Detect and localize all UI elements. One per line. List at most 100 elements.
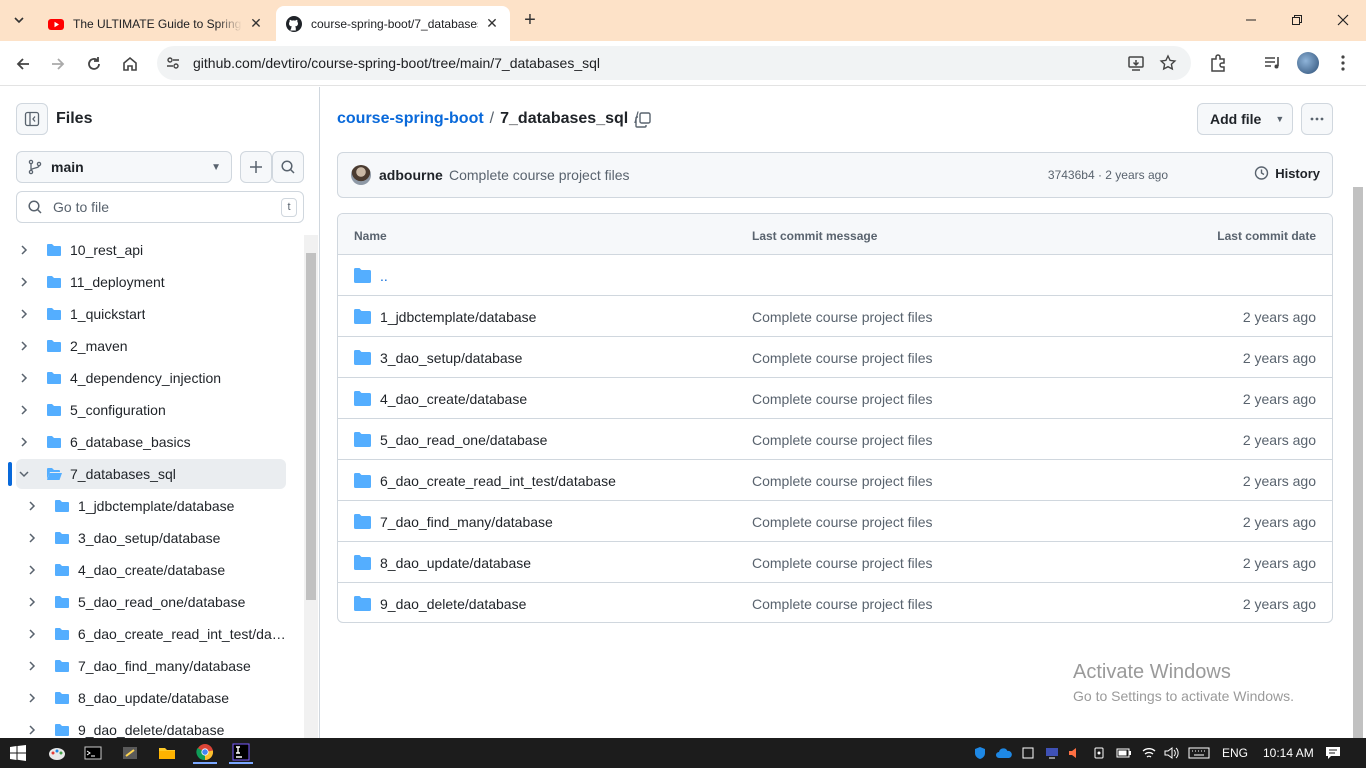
chevron-right-icon[interactable]: [24, 562, 40, 578]
file-name-link[interactable]: 8_dao_update/database: [380, 555, 531, 571]
audio-alert-icon[interactable]: [1068, 746, 1080, 760]
tree-item-7-databases-sql[interactable]: 7_databases_sql: [16, 459, 286, 489]
tree-item-9-dao-delete[interactable]: 9_dao_delete/database: [24, 715, 286, 738]
chevron-right-icon[interactable]: [24, 594, 40, 610]
file-name-link[interactable]: 5_dao_read_one/database: [380, 432, 547, 448]
chevron-right-icon[interactable]: [16, 274, 32, 290]
commit-message-link[interactable]: Complete course project files: [752, 432, 933, 448]
media-controls-icon[interactable]: [1262, 53, 1282, 73]
tree-item-1-jdbctemplate[interactable]: 1_jdbctemplate/database: [24, 491, 286, 521]
new-tab-button[interactable]: +: [518, 9, 542, 33]
chevron-right-icon[interactable]: [24, 530, 40, 546]
parent-directory-link[interactable]: ..: [380, 268, 388, 284]
home-button[interactable]: [115, 49, 145, 79]
tree-item-5-configuration[interactable]: 5_configuration: [16, 395, 286, 425]
table-row[interactable]: 5_dao_read_one/database Complete course …: [338, 419, 1332, 460]
tray-app-icon[interactable]: [1021, 746, 1035, 760]
tree-item-6-database-basics[interactable]: 6_database_basics: [16, 427, 286, 457]
url-text[interactable]: github.com/devtiro/course-spring-boot/tr…: [193, 55, 600, 71]
start-button[interactable]: [6, 742, 30, 764]
chevron-right-icon[interactable]: [16, 242, 32, 258]
tree-item-1-quickstart[interactable]: 1_quickstart: [16, 299, 286, 329]
chevron-right-icon[interactable]: [24, 498, 40, 514]
network-share-icon[interactable]: [1045, 746, 1059, 760]
tree-item-6-dao-create-read-int-test[interactable]: 6_dao_create_read_int_test/dat...: [24, 619, 286, 649]
chevron-right-icon[interactable]: [16, 338, 32, 354]
minimize-button[interactable]: [1228, 4, 1274, 36]
taskbar-app-chrome[interactable]: [193, 742, 217, 764]
battery-icon[interactable]: [1116, 747, 1132, 759]
add-file-tree-button[interactable]: [240, 151, 272, 183]
history-button[interactable]: History: [1253, 165, 1320, 181]
close-window-button[interactable]: [1320, 4, 1366, 36]
page-scrollbar[interactable]: [1350, 87, 1366, 768]
taskbar-app-tools[interactable]: [118, 742, 142, 764]
file-name-link[interactable]: 6_dao_create_read_int_test/database: [380, 473, 616, 489]
wifi-icon[interactable]: [1141, 746, 1157, 760]
device-icon[interactable]: [1092, 746, 1106, 760]
add-file-button[interactable]: Add file ▼: [1197, 103, 1293, 135]
table-row[interactable]: 3_dao_setup/database Complete course pro…: [338, 337, 1332, 378]
forward-button[interactable]: [43, 49, 73, 79]
chevron-right-icon[interactable]: [24, 658, 40, 674]
keyboard-icon[interactable]: [1188, 747, 1210, 759]
branch-selector[interactable]: main ▼: [16, 151, 232, 183]
tree-item-3-dao-setup[interactable]: 3_dao_setup/database: [24, 523, 286, 553]
commit-sha-time[interactable]: 37436b4 · 2 years ago: [1048, 168, 1168, 182]
reload-button[interactable]: [79, 49, 109, 79]
table-row[interactable]: 8_dao_update/database Complete course pr…: [338, 542, 1332, 583]
address-bar[interactable]: github.com/devtiro/course-spring-boot/tr…: [157, 46, 1191, 80]
tree-item-11-deployment[interactable]: 11_deployment: [16, 267, 286, 297]
author-avatar[interactable]: [351, 165, 371, 185]
close-icon[interactable]: ✕: [484, 15, 500, 32]
page-scrollbar-thumb[interactable]: [1353, 187, 1363, 768]
commit-message-link[interactable]: Complete course project files: [752, 350, 933, 366]
chevron-right-icon[interactable]: [16, 434, 32, 450]
tree-scrollbar-thumb[interactable]: [306, 253, 316, 600]
commit-message-link[interactable]: Complete course project files: [752, 473, 933, 489]
tree-item-4-dao-create[interactable]: 4_dao_create/database: [24, 555, 286, 585]
search-tree-button[interactable]: [272, 151, 304, 183]
input-language[interactable]: ENG: [1222, 746, 1248, 760]
clock-time[interactable]: 10:14 AM: [1263, 746, 1314, 760]
tree-item-7-dao-find-many[interactable]: 7_dao_find_many/database: [24, 651, 286, 681]
chevron-down-icon[interactable]: [16, 466, 32, 482]
commit-author[interactable]: adbourne: [379, 167, 443, 183]
more-options-button[interactable]: [1301, 103, 1333, 135]
copy-path-icon[interactable]: [634, 111, 652, 129]
commit-message-link[interactable]: Complete course project files: [752, 555, 933, 571]
parent-directory-row[interactable]: ..: [338, 255, 1332, 296]
chevron-right-icon[interactable]: [16, 370, 32, 386]
go-to-file-input[interactable]: Go to file t: [16, 191, 304, 223]
commit-message[interactable]: Complete course project files: [449, 167, 630, 183]
table-row[interactable]: 1_jdbctemplate/database Complete course …: [338, 296, 1332, 337]
file-name-link[interactable]: 7_dao_find_many/database: [380, 514, 553, 530]
table-row[interactable]: 7_dao_find_many/database Complete course…: [338, 501, 1332, 542]
chevron-right-icon[interactable]: [24, 626, 40, 642]
tree-item-10-rest-api[interactable]: 10_rest_api: [16, 235, 286, 265]
chevron-right-icon[interactable]: [16, 402, 32, 418]
restore-button[interactable]: [1274, 4, 1320, 36]
install-app-icon[interactable]: [1127, 54, 1145, 72]
file-name-link[interactable]: 3_dao_setup/database: [380, 350, 522, 366]
file-name-link[interactable]: 4_dao_create/database: [380, 391, 527, 407]
commit-message-link[interactable]: Complete course project files: [752, 391, 933, 407]
notifications-icon[interactable]: [1325, 746, 1341, 760]
table-row[interactable]: 9_dao_delete/database Complete course pr…: [338, 583, 1332, 622]
bookmark-star-icon[interactable]: [1159, 54, 1177, 72]
tree-item-4-dependency-injection[interactable]: 4_dependency_injection: [16, 363, 286, 393]
commit-message-link[interactable]: Complete course project files: [752, 309, 933, 325]
file-name-link[interactable]: 9_dao_delete/database: [380, 596, 526, 612]
profile-avatar[interactable]: [1297, 52, 1319, 74]
tree-item-8-dao-update[interactable]: 8_dao_update/database: [24, 683, 286, 713]
table-row[interactable]: 6_dao_create_read_int_test/database Comp…: [338, 460, 1332, 501]
tree-item-5-dao-read-one[interactable]: 5_dao_read_one/database: [24, 587, 286, 617]
taskbar-app-cmd[interactable]: [81, 742, 105, 764]
commit-message-link[interactable]: Complete course project files: [752, 596, 933, 612]
collapse-panel-button[interactable]: [16, 103, 48, 135]
chevron-right-icon[interactable]: [24, 690, 40, 706]
chevron-right-icon[interactable]: [16, 306, 32, 322]
breadcrumb-repo-link[interactable]: course-spring-boot: [337, 110, 484, 128]
back-button[interactable]: [8, 49, 38, 79]
chevron-right-icon[interactable]: [24, 722, 40, 738]
